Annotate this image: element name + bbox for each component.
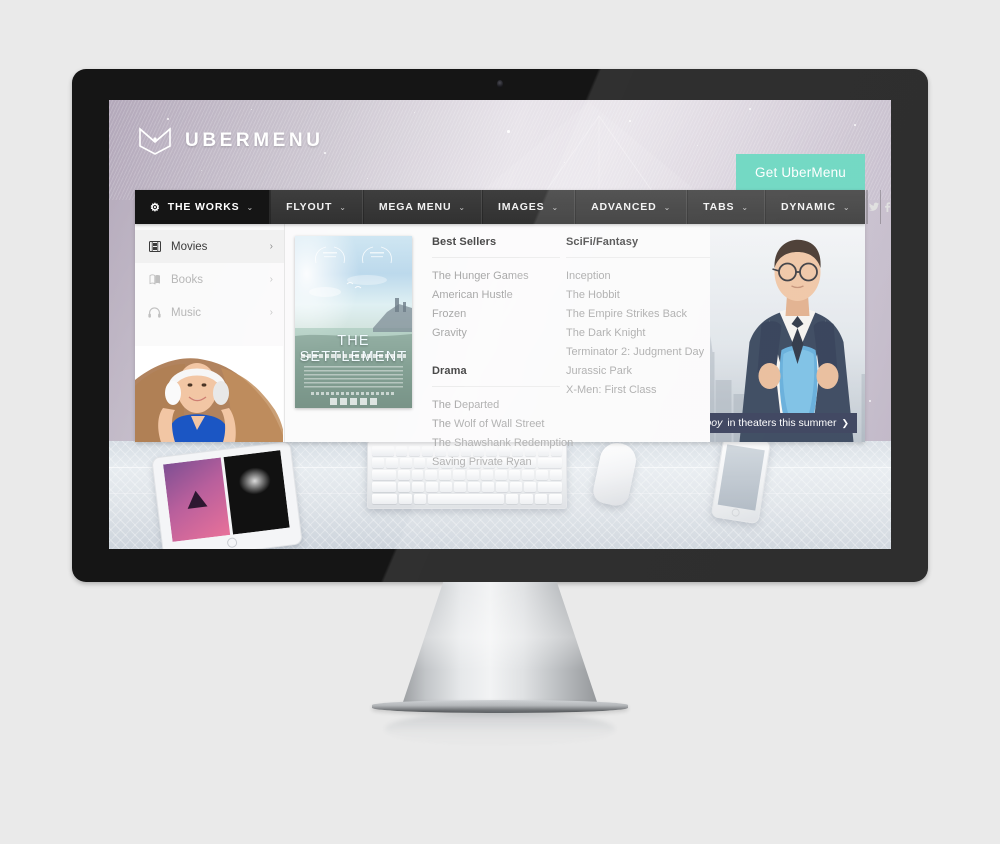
nav-label: THE WORKS [167, 201, 240, 213]
menu-link[interactable]: Inception [566, 267, 710, 286]
chevron-down-icon: ⌄ [339, 202, 347, 212]
sidebar-item-music[interactable]: Music › [135, 296, 284, 329]
phone-screen [717, 444, 765, 511]
poster-column: THE SETTLEMENT [285, 224, 420, 442]
sidebar-item-movies[interactable]: Movies › [135, 230, 284, 263]
poster-laurel-wreaths [295, 244, 412, 266]
keyboard-row [372, 494, 563, 504]
sidebar-item-label: Music [171, 306, 202, 319]
get-ubermenu-button[interactable]: Get UberMenu [736, 154, 865, 191]
nav-label: ADVANCED [591, 201, 657, 213]
nav-label: MEGA MENU [378, 201, 452, 213]
nav-item-advanced[interactable]: ADVANCED ⌄ [575, 190, 688, 224]
column-heading: Drama [432, 365, 560, 387]
ubermenu-logo-icon [139, 127, 171, 155]
menu-link[interactable]: X-Men: First Class [566, 381, 710, 400]
book-icon [148, 274, 161, 285]
webcam-icon [497, 80, 503, 88]
poster-social-icons [317, 398, 390, 405]
menu-link[interactable]: The Dark Knight [566, 324, 710, 343]
chevron-down-icon: ⌄ [551, 202, 560, 212]
home-button-icon [226, 537, 238, 549]
tablet-screen [163, 450, 290, 542]
film-icon [148, 241, 161, 252]
gear-icon: ⚙ [150, 201, 161, 214]
nav-item-flyout[interactable]: FLYOUT ⌄ [270, 190, 363, 224]
home-button-icon [731, 508, 741, 518]
chevron-down-icon: ⌄ [663, 202, 672, 212]
poster-title: THE SETTLEMENT [300, 333, 407, 365]
album-art-right [223, 450, 290, 535]
facebook-icon[interactable] [880, 190, 891, 224]
superhero-businessman-photo: Wonderboy in theaters this summer ❯ [710, 224, 865, 442]
menu-link[interactable]: Frozen [432, 305, 560, 324]
chevron-down-icon: ⌄ [458, 202, 466, 212]
nav-label: FLYOUT [286, 201, 333, 213]
stand-reflection [385, 712, 615, 746]
nav-item-tabs[interactable]: TABS ⌄ [687, 190, 765, 224]
main-navigation-bar: ⚙ THE WORKS ⌄ FLYOUT ⌄ MEGA MENU ⌄ IMAGE… [135, 190, 891, 224]
column-heading: Best Sellers [432, 236, 560, 258]
menu-link[interactable]: American Hustle [432, 286, 560, 305]
website-page: UBERMENU Get UberMenu ⚙ THE WORKS ⌄ FLYO… [109, 100, 891, 549]
mega-menu-panel: Movies › Books › Music › THE Best Seller… [135, 224, 865, 468]
woman-with-headphones-photo [135, 346, 283, 442]
nav-item-images[interactable]: IMAGES ⌄ [481, 190, 576, 224]
nav-label: TABS [703, 201, 735, 213]
keyboard-row [372, 482, 562, 492]
monitor-mockup: UBERMENU Get UberMenu ⚙ THE WORKS ⌄ FLYO… [72, 69, 928, 582]
movie-poster[interactable]: THE SETTLEMENT [295, 236, 412, 408]
twitter-icon[interactable] [867, 190, 880, 224]
mega-menu-sidebar: Movies › Books › Music › [135, 224, 285, 442]
brand-name: UBERMENU [185, 130, 324, 151]
headphones-icon [148, 307, 161, 318]
brand-logo[interactable]: UBERMENU [138, 126, 324, 156]
hero-triangle-decoration [471, 102, 707, 200]
chevron-down-icon: ⌄ [246, 202, 255, 212]
column-heading: SciFi/Fantasy [566, 236, 710, 258]
menu-column-b: SciFi/Fantasy Inception The Hobbit The E… [560, 224, 710, 442]
menu-link[interactable]: The Departed [432, 396, 560, 415]
chevron-right-icon: › [269, 307, 273, 318]
sidebar-item-label: Books [171, 273, 203, 286]
menu-link[interactable]: Terminator 2: Judgment Day [566, 343, 710, 362]
nav-label: IMAGES [497, 201, 545, 213]
nav-item-mega-menu[interactable]: MEGA MENU ⌄ [362, 190, 482, 224]
menu-link[interactable]: The Shawshank Redemption [432, 434, 573, 453]
promo-caption[interactable]: Wonderboy in theaters this summer ❯ [710, 413, 857, 433]
menu-link[interactable]: The Hunger Games [432, 267, 560, 286]
menu-link[interactable]: The Hobbit [566, 286, 710, 305]
sidebar-item-label: Movies [171, 240, 208, 253]
hero-triangle-outline [540, 115, 658, 199]
menu-column-a: Best Sellers The Hunger Games American H… [420, 224, 573, 468]
chevron-right-icon: › [269, 241, 273, 252]
menu-link[interactable]: Gravity [432, 324, 560, 343]
menu-link[interactable]: The Empire Strikes Back [566, 305, 710, 324]
chevron-down-icon: ⌄ [842, 202, 851, 212]
monitor-stand-neck [402, 582, 598, 705]
screen: UBERMENU Get UberMenu ⚙ THE WORKS ⌄ FLYO… [109, 100, 891, 549]
poster-credits-block [304, 366, 403, 390]
promo-caption-text: in theaters this summer [727, 417, 837, 429]
nav-label: DYNAMIC [780, 201, 836, 213]
menu-link[interactable]: Jurassic Park [566, 362, 710, 381]
tablet-with-album-art [151, 441, 303, 549]
sidebar-item-books[interactable]: Books › [135, 263, 284, 296]
poster-billing-block [311, 392, 396, 395]
menu-link[interactable]: Saving Private Ryan [432, 453, 560, 472]
promo-caption-title: Wonderboy [710, 417, 723, 429]
menu-link[interactable]: The Wolf of Wall Street [432, 415, 560, 434]
nav-item-dynamic[interactable]: DYNAMIC ⌄ [764, 190, 867, 224]
arrow-right-icon: ❯ [841, 417, 849, 428]
chevron-down-icon: ⌄ [741, 202, 749, 212]
album-art-left [163, 457, 230, 542]
nav-item-the-works[interactable]: ⚙ THE WORKS ⌄ [135, 190, 271, 224]
poster-tagline [301, 354, 406, 358]
chevron-right-icon: › [269, 274, 273, 285]
